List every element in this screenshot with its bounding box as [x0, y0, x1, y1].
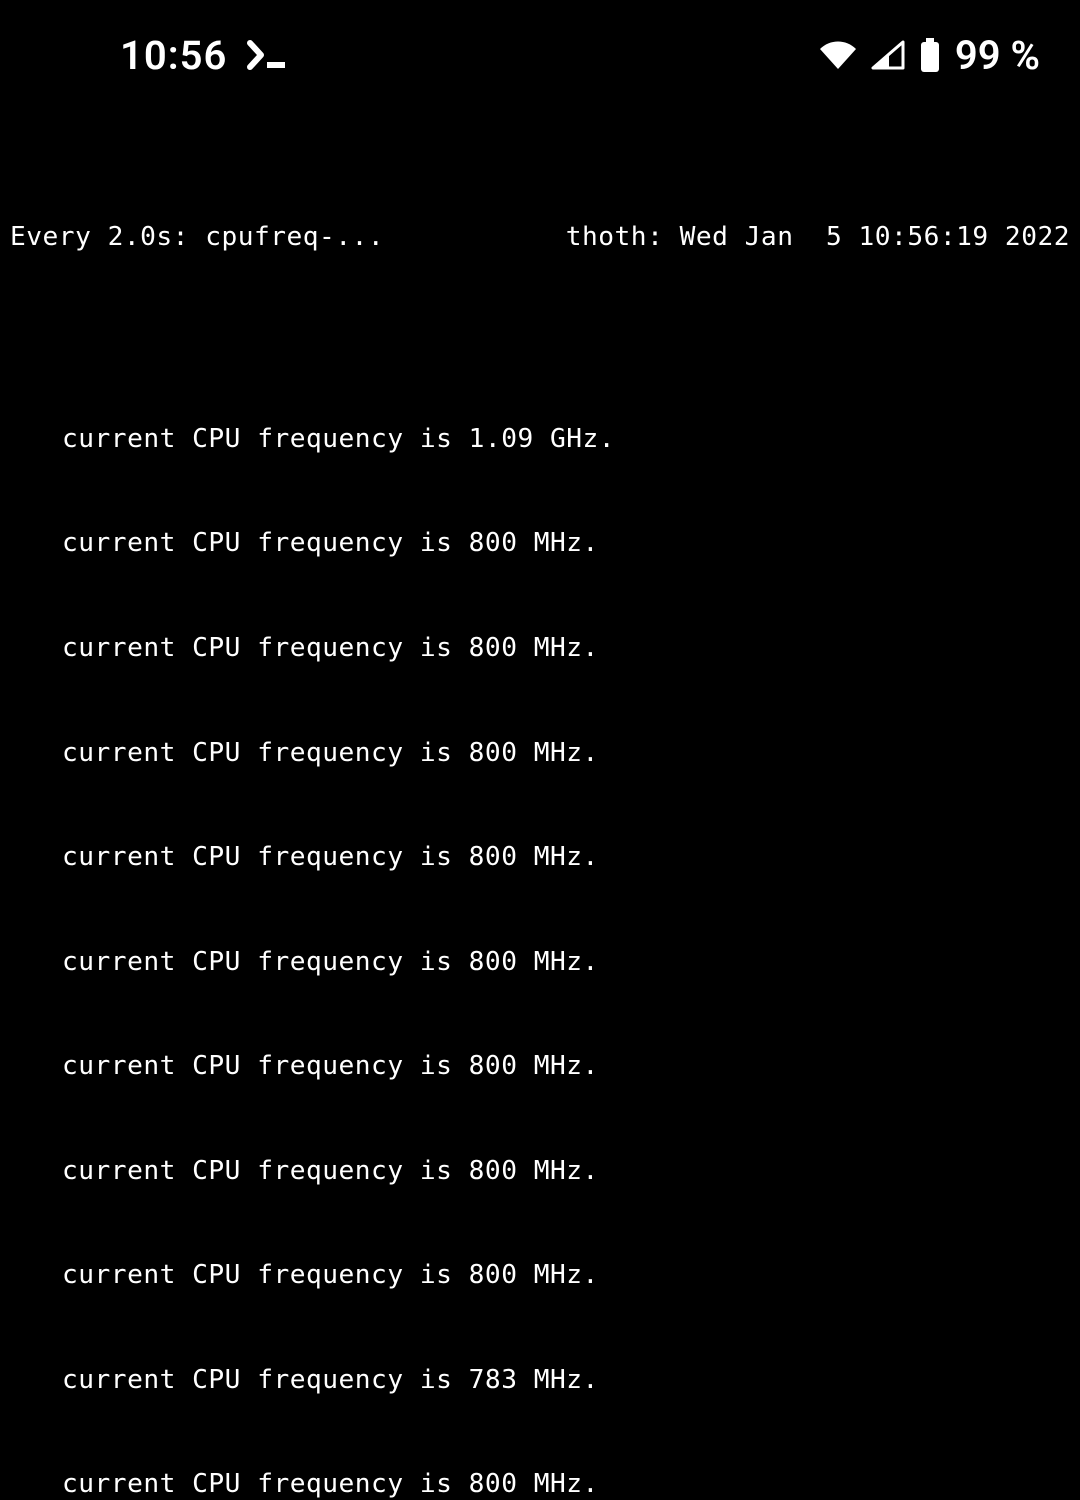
cpu-freq-line: current CPU frequency is 800 MHz. — [10, 1258, 1070, 1293]
cpu-freq-line: current CPU frequency is 800 MHz. — [10, 840, 1070, 875]
cpu-freq-line: current CPU frequency is 800 MHz. — [10, 526, 1070, 561]
cpu-freq-line: current CPU frequency is 800 MHz. — [10, 1049, 1070, 1084]
cpu-freq-line: current CPU frequency is 800 MHz. — [10, 736, 1070, 771]
cellular-icon — [871, 40, 905, 70]
wifi-icon — [819, 40, 857, 70]
cpu-freq-line: current CPU frequency is 800 MHz. — [10, 1154, 1070, 1189]
cpu-freq-line: current CPU frequency is 1.09 GHz. — [10, 422, 1070, 457]
watch-interval: Every 2.0s: cpufreq-... — [10, 220, 384, 255]
cpu-freq-line: current CPU frequency is 800 MHz. — [10, 631, 1070, 666]
clock: 10:56 — [120, 32, 227, 79]
terminal-output[interactable]: Every 2.0s: cpufreq-... thoth: Wed Jan 5… — [0, 100, 1080, 1500]
statusbar-left: 10:56 — [120, 32, 291, 79]
cpu-freq-line: current CPU frequency is 783 MHz. — [10, 1363, 1070, 1398]
statusbar: 10:56 99 % — [0, 0, 1080, 100]
watch-header: Every 2.0s: cpufreq-... thoth: Wed Jan 5… — [10, 220, 1070, 255]
battery-text: 99 % — [955, 32, 1040, 79]
cpu-freq-list: current CPU frequency is 1.09 GHz. curre… — [10, 352, 1070, 1500]
cpu-freq-line: current CPU frequency is 800 MHz. — [10, 945, 1070, 980]
battery-icon — [919, 38, 941, 72]
cpu-freq-line: current CPU frequency is 800 MHz. — [10, 1467, 1070, 1500]
statusbar-right: 99 % — [819, 32, 1040, 79]
watch-host-time: thoth: Wed Jan 5 10:56:19 2022 — [566, 220, 1070, 255]
terminal-icon — [247, 40, 291, 70]
